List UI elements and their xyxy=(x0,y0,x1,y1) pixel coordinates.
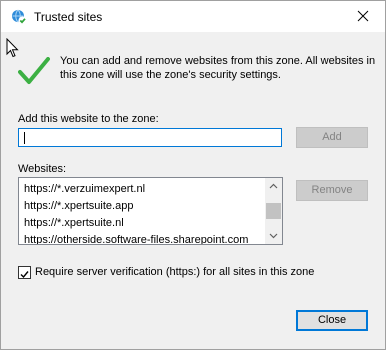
websites-list-items: https://*.verzuimexpert.nl https://*.xpe… xyxy=(24,181,262,244)
remove-button[interactable]: Remove xyxy=(296,180,368,201)
zone-info-text: You can add and remove websites from thi… xyxy=(60,55,376,81)
list-item[interactable]: https://*.xpertsuite.nl xyxy=(24,215,262,232)
add-site-label: Add this website to the zone: xyxy=(18,113,159,125)
scrollbar-thumb[interactable] xyxy=(266,203,281,219)
require-https-label[interactable]: Require server verification (https:) for… xyxy=(35,266,314,278)
trusted-sites-dialog: Trusted sites You can add and remove web… xyxy=(0,0,386,350)
require-https-checkbox[interactable] xyxy=(18,266,31,279)
globe-check-icon xyxy=(12,9,27,25)
websites-list[interactable]: https://*.verzuimexpert.nl https://*.xpe… xyxy=(18,177,283,245)
title-bar[interactable]: Trusted sites xyxy=(1,1,385,32)
close-icon[interactable] xyxy=(341,1,385,32)
green-check-icon xyxy=(18,57,50,84)
site-url-input[interactable] xyxy=(18,128,282,147)
text-caret xyxy=(24,132,25,144)
list-item[interactable]: https://*.verzuimexpert.nl xyxy=(24,181,262,198)
websites-label: Websites: xyxy=(18,163,67,175)
checkmark-icon xyxy=(20,271,29,279)
list-item[interactable]: https://otherside.software-files.sharepo… xyxy=(24,232,262,244)
list-scrollbar[interactable] xyxy=(265,178,282,244)
chevron-up-icon[interactable] xyxy=(265,178,282,195)
list-item[interactable]: https://*.xpertsuite.app xyxy=(24,198,262,215)
chevron-down-icon[interactable] xyxy=(265,227,282,244)
window-title: Trusted sites xyxy=(34,10,103,24)
add-button[interactable]: Add xyxy=(296,127,368,148)
close-button[interactable]: Close xyxy=(296,310,368,331)
